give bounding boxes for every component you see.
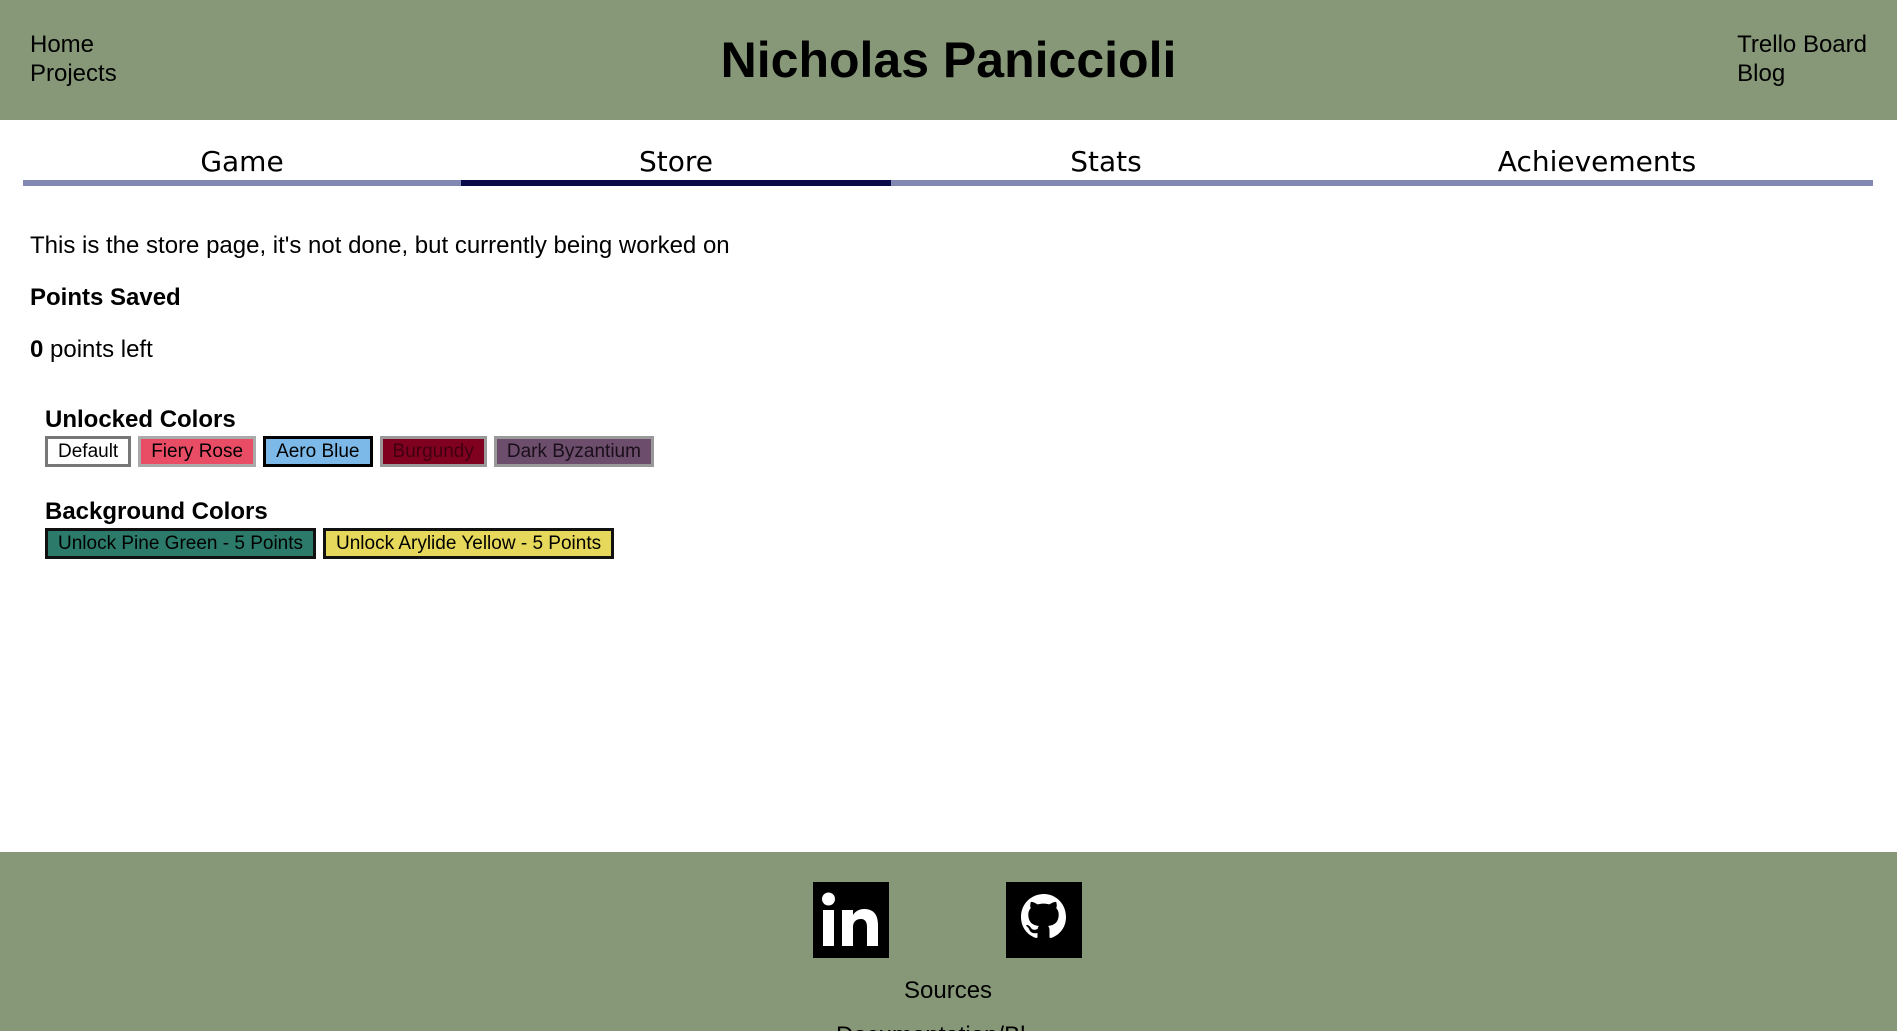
unlocked-colors-section: Unlocked Colors Default Fiery Rose Aero … <box>45 406 654 467</box>
background-colors-section: Background Colors Unlock Pine Green - 5 … <box>45 498 615 559</box>
color-dark-byzantium-button[interactable]: Dark Byzantium <box>493 436 654 467</box>
nav-trello-board-link[interactable]: Trello Board <box>1737 30 1867 59</box>
site-title: Nicholas Paniccioli <box>720 32 1177 88</box>
tab-achievements[interactable]: Achievements <box>1321 142 1873 186</box>
unlocked-colors-buttons: Default Fiery Rose Aero Blue Burgundy Da… <box>45 436 654 467</box>
color-burgundy-button[interactable]: Burgundy <box>379 436 487 467</box>
background-colors-title: Background Colors <box>45 498 268 525</box>
github-icon[interactable] <box>1006 882 1082 958</box>
background-colors-buttons: Unlock Pine Green - 5 Points Unlock Aryl… <box>45 528 615 559</box>
tab-stats[interactable]: Stats <box>891 142 1321 186</box>
site-header: Home Projects Nicholas Paniccioli Trello… <box>0 0 1897 120</box>
nav-right: Trello Board Blog <box>1737 30 1867 88</box>
points-saved-heading: Points Saved <box>30 284 181 311</box>
points-left-value: 0 <box>30 336 44 363</box>
linkedin-icon[interactable] <box>813 882 889 958</box>
color-fiery-rose-button[interactable]: Fiery Rose <box>138 436 257 467</box>
store-content: This is the store page, it's not done, b… <box>30 230 730 363</box>
linkedin-glyph <box>813 882 889 958</box>
sources-link[interactable]: Sources <box>904 977 992 1005</box>
documentation-blog-link[interactable]: Documentation/Bl <box>836 1022 1025 1031</box>
tab-game[interactable]: Game <box>23 142 461 186</box>
unlock-arylide-yellow-button[interactable]: Unlock Arylide Yellow - 5 Points <box>323 528 615 559</box>
color-aero-blue-button[interactable]: Aero Blue <box>263 436 373 467</box>
store-intro-text: This is the store page, it's not done, b… <box>30 232 730 259</box>
points-left-line: 0 points left <box>30 336 153 364</box>
nav-blog-link[interactable]: Blog <box>1737 59 1867 88</box>
page: Home Projects Nicholas Paniccioli Trello… <box>0 0 1897 1031</box>
unlocked-colors-title: Unlocked Colors <box>45 406 236 433</box>
unlock-pine-green-button[interactable]: Unlock Pine Green - 5 Points <box>45 528 317 559</box>
points-left-suffix: points left <box>43 336 153 363</box>
github-glyph <box>1006 882 1082 958</box>
site-footer: Sources Documentation/Bl <box>0 852 1897 1031</box>
tab-store[interactable]: Store <box>461 142 891 186</box>
tab-bar: Game Store Stats Achievements <box>23 142 1873 186</box>
color-default-button[interactable]: Default <box>45 436 132 467</box>
